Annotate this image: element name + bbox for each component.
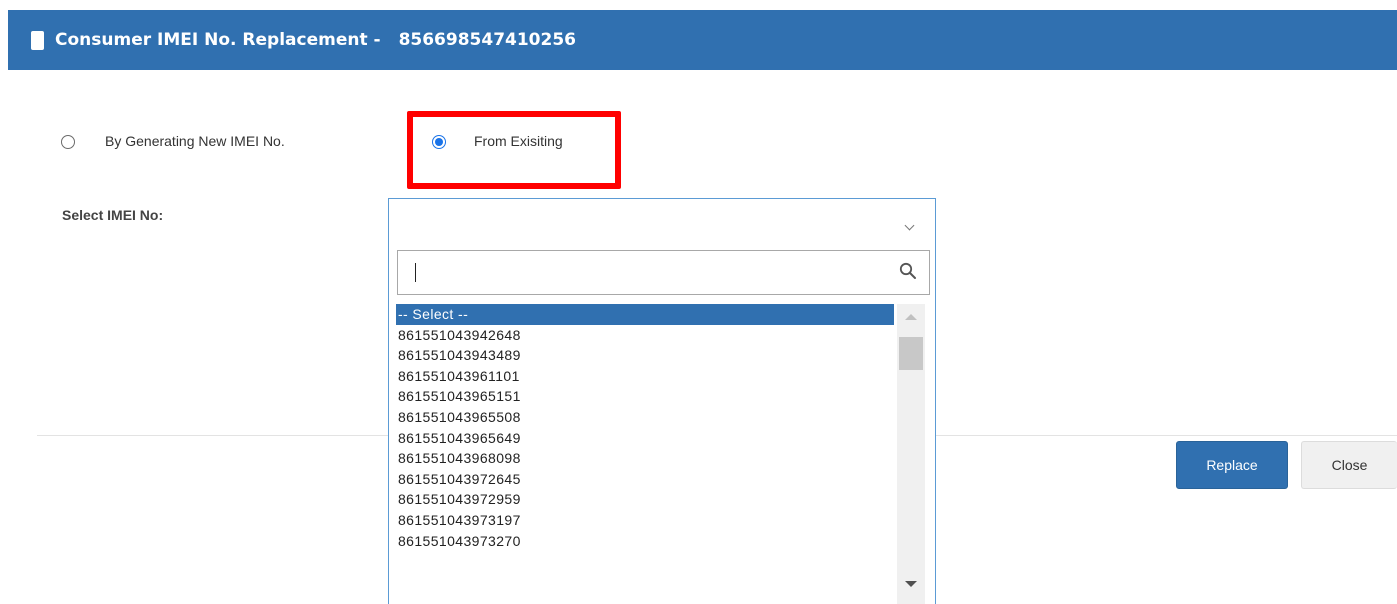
imei-options-list: -- Select -- 861551043942648 8615510439434… bbox=[396, 304, 896, 604]
dialog-header: Consumer IMEI No. Replacement - 85669854… bbox=[8, 10, 1397, 70]
select-imei-label: Select IMEI No: bbox=[62, 207, 164, 223]
option-item[interactable]: 861551043961101 bbox=[396, 366, 896, 387]
highlight-annotation-box bbox=[407, 111, 621, 189]
radio-generate-label: By Generating New IMEI No. bbox=[105, 133, 285, 149]
option-item[interactable]: 861551043965649 bbox=[396, 428, 896, 449]
option-placeholder[interactable]: -- Select -- bbox=[396, 304, 894, 325]
option-item[interactable]: 861551043942648 bbox=[396, 325, 896, 346]
option-item[interactable]: 861551043973197 bbox=[396, 510, 896, 531]
replace-button[interactable]: Replace bbox=[1176, 441, 1288, 489]
option-item[interactable]: 861551043965151 bbox=[396, 386, 896, 407]
search-icon bbox=[899, 262, 916, 279]
radio-generate-new-imei[interactable] bbox=[61, 135, 75, 149]
option-item[interactable]: 861551043968098 bbox=[396, 448, 896, 469]
close-button[interactable]: Close bbox=[1301, 441, 1397, 489]
dropdown-search-input[interactable] bbox=[398, 251, 888, 294]
scrollbar-thumb[interactable] bbox=[899, 337, 923, 370]
options-scrollbar[interactable] bbox=[897, 304, 925, 604]
mobile-phone-icon bbox=[31, 30, 44, 50]
dialog-title: Consumer IMEI No. Replacement - bbox=[55, 30, 381, 50]
current-imei: 856698547410256 bbox=[398, 30, 576, 50]
chevron-down-icon[interactable] bbox=[904, 220, 915, 231]
option-item[interactable]: 861551043972959 bbox=[396, 489, 896, 510]
option-item[interactable]: 861551043965508 bbox=[396, 407, 896, 428]
option-item[interactable]: 861551043972645 bbox=[396, 469, 896, 490]
scroll-down-arrow-icon[interactable] bbox=[905, 581, 917, 587]
option-item[interactable]: 861551043973270 bbox=[396, 531, 896, 552]
imei-replacement-dialog: Consumer IMEI No. Replacement - 85669854… bbox=[0, 0, 1397, 604]
scroll-up-arrow-icon[interactable] bbox=[905, 314, 917, 320]
option-item[interactable]: 861551043943489 bbox=[396, 345, 896, 366]
text-cursor bbox=[415, 263, 416, 282]
dropdown-search-box bbox=[397, 250, 930, 295]
